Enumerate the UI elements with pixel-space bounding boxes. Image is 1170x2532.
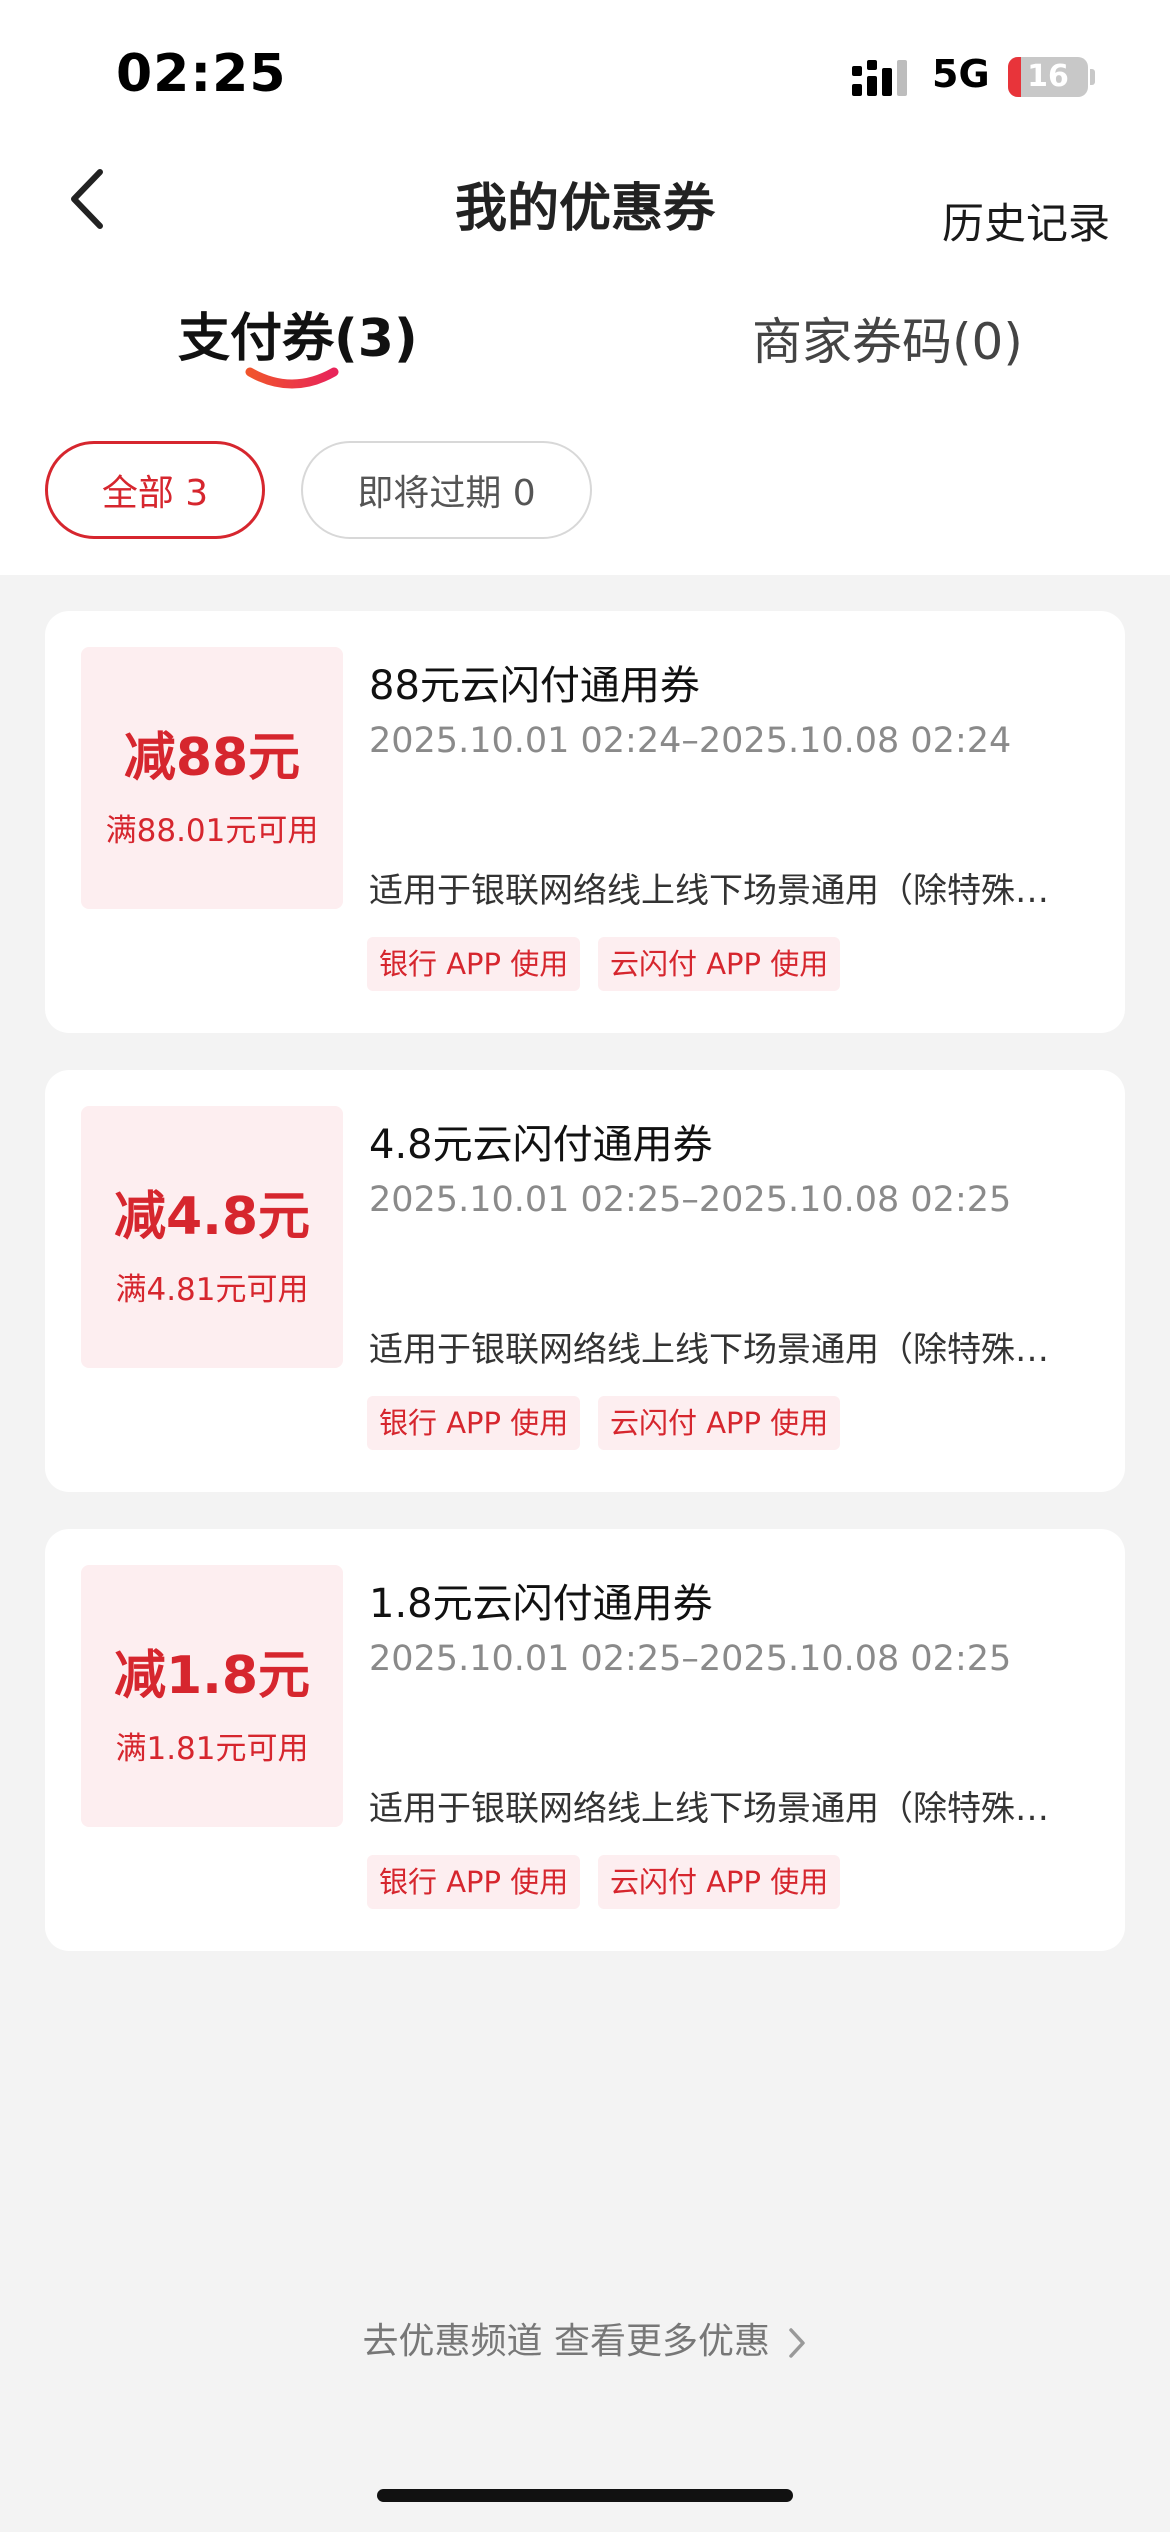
coupon-condition: 满4.81元可用 — [115, 1272, 309, 1308]
home-indicator[interactable] — [377, 2489, 793, 2502]
chevron-right-icon — [789, 2328, 806, 2358]
coupon-description: 适用于银联网络线上线下场景通用（除特殊… — [369, 1789, 1049, 1829]
filter-expiring-chip[interactable]: 即将过期 0 — [301, 441, 592, 539]
coupon-amount-box: 减1.8元 满1.81元可用 — [81, 1565, 343, 1827]
coupon-amount: 减88元 — [123, 728, 301, 788]
battery-icon: 16 — [1008, 57, 1088, 97]
coupon-condition: 满88.01元可用 — [105, 813, 319, 849]
coupon-condition: 满1.81元可用 — [115, 1731, 309, 1767]
more-offers-link[interactable]: 去优惠频道 查看更多优惠 — [0, 2312, 1170, 2364]
coupon-validity-period: 2025.10.01 02:25–2025.10.08 02:25 — [369, 1180, 1012, 1220]
coupon-tag: 银行 APP 使用 — [367, 1855, 581, 1909]
coupon-title: 4.8元云闪付通用券 — [369, 1122, 713, 1168]
coupon-description: 适用于银联网络线上线下场景通用（除特殊… — [369, 1330, 1049, 1370]
coupon-title: 88元云闪付通用券 — [369, 663, 700, 709]
history-button[interactable]: 历史记录 — [942, 190, 1110, 251]
coupon-amount-box: 减4.8元 满4.81元可用 — [81, 1106, 343, 1368]
coupon-tag: 银行 APP 使用 — [367, 1396, 581, 1450]
coupon-tag: 云闪付 APP 使用 — [598, 1396, 841, 1450]
signal-icon — [852, 60, 907, 96]
status-time: 02:25 — [116, 44, 287, 104]
battery-tip — [1090, 69, 1095, 85]
coupon-validity-period: 2025.10.01 02:25–2025.10.08 02:25 — [369, 1639, 1012, 1679]
coupon-description: 适用于银联网络线上线下场景通用（除特殊… — [369, 871, 1049, 911]
coupon-amount: 减1.8元 — [113, 1646, 311, 1706]
coupon-amount: 减4.8元 — [113, 1187, 311, 1247]
tab-merchant-codes[interactable]: 商家券码(0) — [752, 302, 1023, 374]
tab-payment-coupons[interactable]: 支付券(3) — [178, 296, 418, 371]
coupon-tag: 云闪付 APP 使用 — [598, 937, 841, 991]
filter-all-chip[interactable]: 全部 3 — [45, 441, 265, 539]
coupon-tag: 云闪付 APP 使用 — [598, 1855, 841, 1909]
coupon-validity-period: 2025.10.01 02:24–2025.10.08 02:24 — [369, 721, 1012, 761]
network-type: 5G — [932, 52, 990, 96]
coupon-card[interactable]: 减88元 满88.01元可用 88元云闪付通用券 2025.10.01 02:2… — [45, 611, 1125, 1033]
more-offers-label: 去优惠频道 查看更多优惠 — [362, 2321, 770, 2362]
coupon-tag: 银行 APP 使用 — [367, 937, 581, 991]
coupon-card[interactable]: 减1.8元 满1.81元可用 1.8元云闪付通用券 2025.10.01 02:… — [45, 1529, 1125, 1951]
coupon-title: 1.8元云闪付通用券 — [369, 1581, 713, 1627]
coupon-amount-box: 减88元 满88.01元可用 — [81, 647, 343, 909]
battery-level: 16 — [1027, 59, 1069, 94]
active-tab-indicator — [245, 367, 339, 389]
coupon-card[interactable]: 减4.8元 满4.81元可用 4.8元云闪付通用券 2025.10.01 02:… — [45, 1070, 1125, 1492]
